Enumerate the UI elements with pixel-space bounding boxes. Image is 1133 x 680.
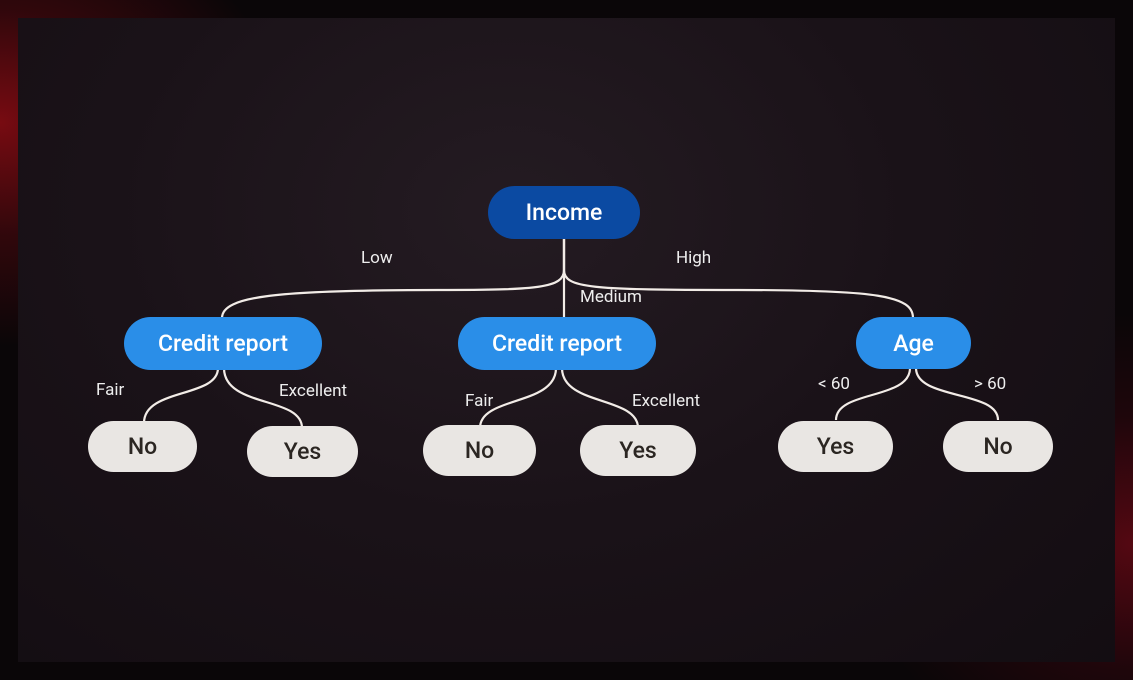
- node-credit-report-left: Credit report: [124, 317, 322, 370]
- leaf-yes-1: Yes: [247, 426, 358, 477]
- edge-low: Low: [361, 250, 393, 267]
- node-age: Age: [856, 317, 971, 369]
- leaf-yes-2: Yes: [580, 425, 696, 476]
- edge-fair-2: Fair: [465, 393, 493, 410]
- leaf-no-3: No: [943, 421, 1053, 472]
- edge-medium: Medium: [580, 289, 642, 306]
- edge-excellent-1: Excellent: [279, 383, 347, 400]
- diagram-canvas: Income Credit report Credit report Age N…: [18, 18, 1115, 662]
- image-frame: Income Credit report Credit report Age N…: [0, 0, 1133, 680]
- edge-lt60: < 60: [818, 376, 850, 393]
- leaf-no-2: No: [423, 425, 536, 476]
- node-credit-report-mid: Credit report: [458, 317, 656, 370]
- leaf-no-1: No: [88, 421, 197, 472]
- leaf-yes-3: Yes: [778, 421, 893, 472]
- edge-high: High: [676, 250, 711, 267]
- edge-fair-1: Fair: [96, 382, 124, 399]
- edge-gt60: > 60: [974, 376, 1006, 393]
- edge-excellent-2: Excellent: [632, 393, 700, 410]
- root-node-income: Income: [488, 186, 640, 239]
